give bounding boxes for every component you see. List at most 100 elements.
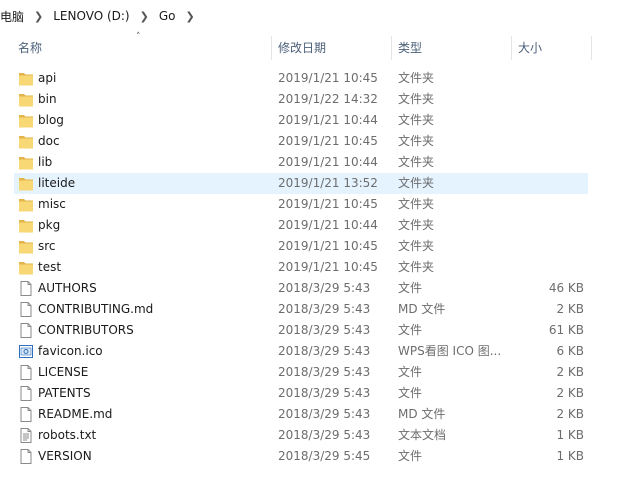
folder-icon [18, 217, 34, 234]
file-date: 2018/3/29 5:43 [278, 281, 371, 295]
file-name: VERSION [38, 449, 92, 463]
chevron-right-icon[interactable]: ❯ [134, 10, 155, 23]
file-type: 文件夹 [398, 176, 435, 190]
file-date: 2018/3/29 5:43 [278, 407, 371, 421]
file-type: 文件夹 [398, 260, 435, 274]
file-row[interactable]: favicon.ico 2018/3/29 5:43 WPS看图 ICO 图... 6… [14, 341, 588, 362]
file-size: 1 KB [556, 449, 584, 463]
file-type: 文件夹 [398, 71, 435, 85]
file-date: 2018/3/29 5:43 [278, 344, 371, 358]
text-file-icon [18, 427, 34, 444]
file-date: 2019/1/21 10:45 [278, 71, 378, 85]
file-date: 2018/3/29 5:43 [278, 428, 371, 442]
folder-icon [18, 238, 34, 255]
file-name: lib [38, 155, 53, 169]
file-type: 文件夹 [398, 197, 435, 211]
folder-icon [18, 196, 34, 213]
column-header-size[interactable]: 大小 [518, 34, 588, 62]
file-type: 文件夹 [398, 155, 435, 169]
file-name: README.md [38, 407, 113, 421]
file-row[interactable]: CONTRIBUTORS 2018/3/29 5:43 文件 61 KB [14, 320, 588, 341]
file-row[interactable]: bin 2019/1/22 14:32 文件夹 [14, 89, 588, 110]
file-name: bin [38, 92, 57, 106]
file-date: 2019/1/21 10:44 [278, 155, 378, 169]
file-row[interactable]: VERSION 2018/3/29 5:45 文件 1 KB [14, 446, 588, 467]
breadcrumb-item-pc[interactable]: 电脑 [0, 8, 28, 25]
file-size: 61 KB [548, 323, 584, 337]
file-row[interactable]: api 2019/1/21 10:45 文件夹 [14, 68, 588, 89]
column-header-type[interactable]: 类型 [398, 34, 508, 62]
folder-icon [18, 91, 34, 108]
file-type: 文件 [398, 449, 423, 463]
file-type: 文件夹 [398, 92, 435, 106]
file-row[interactable]: src 2019/1/21 10:45 文件夹 [14, 236, 588, 257]
file-icon [18, 364, 34, 381]
file-name: CONTRIBUTING.md [38, 302, 154, 316]
folder-icon [18, 133, 34, 150]
file-name: misc [38, 197, 66, 211]
file-size: 1 KB [556, 428, 584, 442]
column-header-date[interactable]: 修改日期 [278, 34, 388, 62]
chevron-right-icon[interactable]: ❯ [179, 10, 200, 23]
folder-icon [18, 259, 34, 276]
file-row[interactable]: misc 2019/1/21 10:45 文件夹 [14, 194, 588, 215]
file-name: pkg [38, 218, 61, 232]
folder-icon [18, 175, 34, 192]
file-date: 2019/1/21 10:44 [278, 113, 378, 127]
file-type: 文件 [398, 386, 423, 400]
file-row[interactable]: liteide 2019/1/21 13:52 文件夹 [14, 173, 588, 194]
file-date: 2018/3/29 5:43 [278, 386, 371, 400]
file-type: 文件 [398, 281, 423, 295]
file-name: api [38, 71, 57, 85]
file-type: WPS看图 ICO 图... [398, 344, 502, 358]
folder-icon [18, 70, 34, 87]
file-date: 2019/1/21 10:45 [278, 239, 378, 253]
file-name: favicon.ico [38, 344, 103, 358]
column-divider[interactable] [271, 36, 272, 60]
file-row[interactable]: doc 2019/1/21 10:45 文件夹 [14, 131, 588, 152]
file-row[interactable]: blog 2019/1/21 10:44 文件夹 [14, 110, 588, 131]
column-divider[interactable] [511, 36, 512, 60]
file-type: MD 文件 [398, 302, 446, 316]
file-row[interactable]: robots.txt 2018/3/29 5:43 文本文档 1 KB [14, 425, 588, 446]
file-row[interactable]: PATENTS 2018/3/29 5:43 文件 2 KB [14, 383, 588, 404]
file-date: 2019/1/21 10:45 [278, 134, 378, 148]
breadcrumb: 电脑 ❯ LENOVO (D:) ❯ Go ❯ [0, 0, 622, 32]
file-type: 文件夹 [398, 218, 435, 232]
file-name: AUTHORS [38, 281, 97, 295]
file-icon [18, 280, 34, 297]
file-row[interactable]: test 2019/1/21 10:45 文件夹 [14, 257, 588, 278]
file-icon [18, 385, 34, 402]
column-header-name[interactable]: 名称 [18, 34, 268, 62]
file-row[interactable]: CONTRIBUTING.md 2018/3/29 5:43 MD 文件 2 KB [14, 299, 588, 320]
file-date: 2019/1/21 10:44 [278, 218, 378, 232]
file-row[interactable]: lib 2019/1/21 10:44 文件夹 [14, 152, 588, 173]
folder-icon [18, 154, 34, 171]
file-name: test [38, 260, 62, 274]
file-size: 6 KB [556, 344, 584, 358]
breadcrumb-item-drive[interactable]: LENOVO (D:) [49, 9, 133, 23]
file-size: 2 KB [556, 407, 584, 421]
file-type: 文本文档 [398, 428, 447, 442]
file-date: 2018/3/29 5:43 [278, 323, 371, 337]
file-date: 2019/1/22 14:32 [278, 92, 378, 106]
file-date: 2018/3/29 5:45 [278, 449, 371, 463]
file-row[interactable]: pkg 2019/1/21 10:44 文件夹 [14, 215, 588, 236]
file-name: blog [38, 113, 64, 127]
file-date: 2019/1/21 13:52 [278, 176, 378, 190]
file-type: 文件夹 [398, 134, 435, 148]
file-type: 文件 [398, 323, 423, 337]
file-name: LICENSE [38, 365, 89, 379]
file-date: 2019/1/21 10:45 [278, 260, 378, 274]
file-size: 2 KB [556, 302, 584, 316]
breadcrumb-item-folder[interactable]: Go [155, 9, 180, 23]
file-row[interactable]: README.md 2018/3/29 5:43 MD 文件 2 KB [14, 404, 588, 425]
folder-icon [18, 112, 34, 129]
image-file-icon [18, 343, 34, 360]
file-row[interactable]: LICENSE 2018/3/29 5:43 文件 2 KB [14, 362, 588, 383]
file-row[interactable]: AUTHORS 2018/3/29 5:43 文件 46 KB [14, 278, 588, 299]
chevron-right-icon[interactable]: ❯ [28, 10, 49, 23]
column-divider[interactable] [391, 36, 392, 60]
column-divider[interactable] [591, 36, 592, 60]
file-type: 文件夹 [398, 113, 435, 127]
